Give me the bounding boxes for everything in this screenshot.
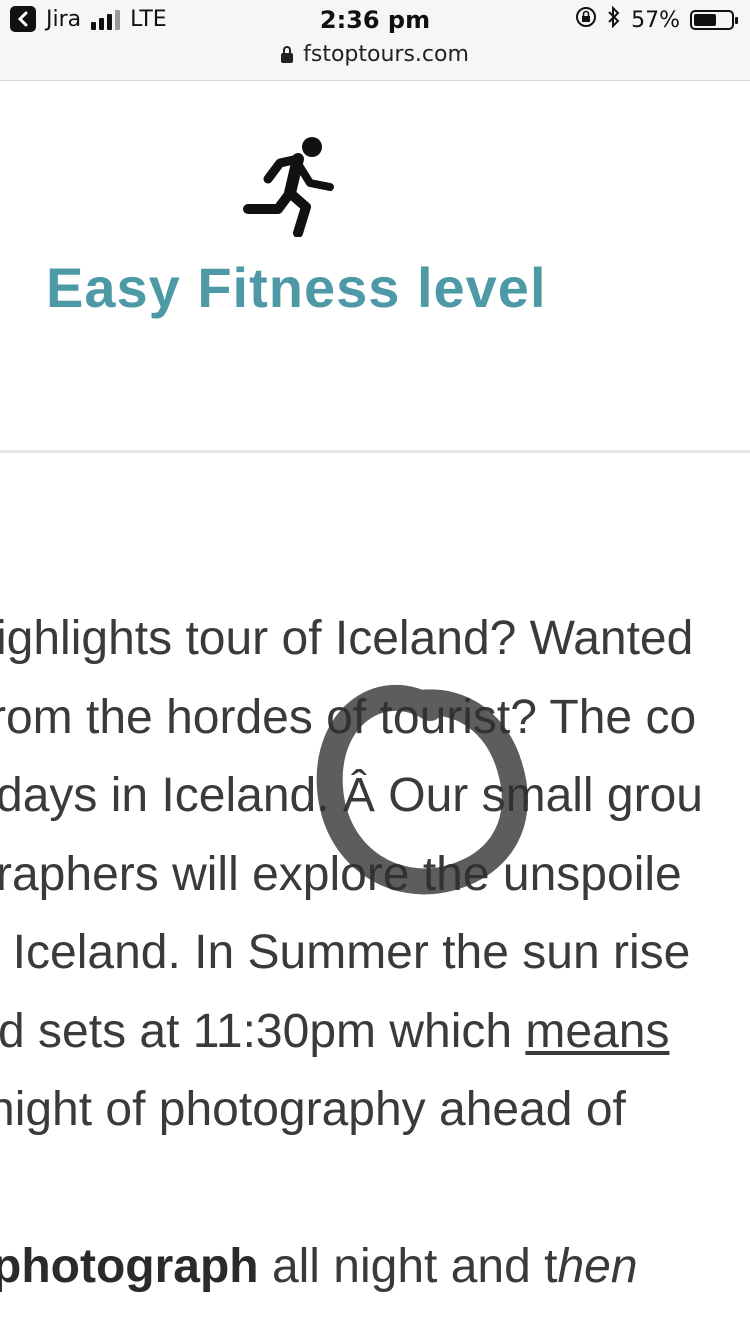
text-line: f Iceland. In Summer the sun rise	[0, 926, 691, 979]
text-line: rom the hordes of tourist? The co	[0, 690, 697, 744]
fitness-level-title: Easy Fitness level	[46, 256, 547, 319]
section-divider	[0, 450, 750, 453]
text-line-with-link: d sets at 11:30pm which means	[0, 993, 750, 1072]
status-right: 57%	[575, 5, 738, 34]
text-line: raphers will explore the unspoile	[0, 847, 682, 901]
bold-word: photograph	[0, 1240, 259, 1293]
text-line: night of photography ahead of	[0, 1083, 626, 1136]
battery-icon	[690, 10, 738, 30]
running-person-icon	[240, 137, 335, 238]
italic-word: hen	[557, 1240, 638, 1293]
second-paragraph: photograph all night and then	[0, 1228, 750, 1306]
status-bar: Jira LTE 2:36 pm 57% fstoptours.com	[0, 0, 750, 81]
battery-percent: 57%	[631, 7, 680, 33]
orientation-lock-icon	[575, 6, 597, 34]
bluetooth-icon	[607, 5, 621, 34]
text-line: ighlights tour of Iceland? Wanted	[0, 612, 694, 665]
text-line: days in Iceland. Â Our small grou	[0, 769, 703, 822]
url-text[interactable]: fstoptours.com	[303, 42, 469, 67]
means-link[interactable]: means	[525, 1005, 669, 1058]
text-segment: d sets at 11:30pm which	[0, 1004, 526, 1058]
text-segment: all night and t	[258, 1240, 558, 1293]
address-bar[interactable]: fstoptours.com	[0, 42, 750, 67]
tour-description: ighlights tour of Iceland? Wanted rom th…	[0, 600, 750, 1150]
lock-icon	[281, 45, 294, 63]
